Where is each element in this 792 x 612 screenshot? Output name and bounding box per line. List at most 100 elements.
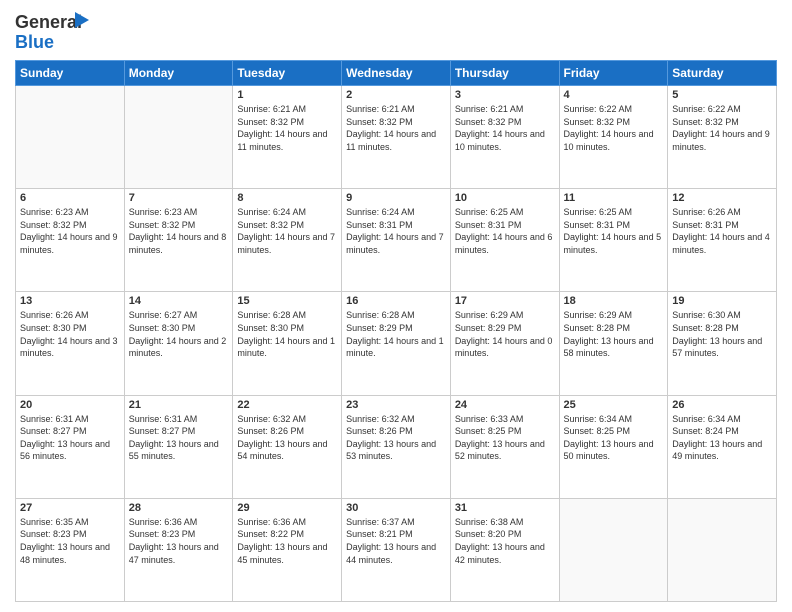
day-number: 17 bbox=[455, 295, 555, 307]
calendar-table: SundayMondayTuesdayWednesdayThursdayFrid… bbox=[15, 60, 777, 602]
day-detail: Sunrise: 6:25 AM Sunset: 8:31 PM Dayligh… bbox=[455, 206, 555, 256]
day-number: 31 bbox=[455, 502, 555, 514]
calendar-cell bbox=[124, 86, 233, 189]
day-number: 4 bbox=[564, 89, 664, 101]
weekday-header-saturday: Saturday bbox=[668, 61, 777, 86]
day-detail: Sunrise: 6:23 AM Sunset: 8:32 PM Dayligh… bbox=[129, 206, 229, 256]
logo-svg: GeneralBlue bbox=[15, 10, 95, 52]
day-number: 23 bbox=[346, 399, 446, 411]
calendar-cell: 14 Sunrise: 6:27 AM Sunset: 8:30 PM Dayli… bbox=[124, 292, 233, 395]
day-detail: Sunrise: 6:21 AM Sunset: 8:32 PM Dayligh… bbox=[455, 103, 555, 153]
day-detail: Sunrise: 6:21 AM Sunset: 8:32 PM Dayligh… bbox=[237, 103, 337, 153]
day-detail: Sunrise: 6:23 AM Sunset: 8:32 PM Dayligh… bbox=[20, 206, 120, 256]
calendar-cell: 16 Sunrise: 6:28 AM Sunset: 8:29 PM Dayli… bbox=[342, 292, 451, 395]
day-detail: Sunrise: 6:28 AM Sunset: 8:29 PM Dayligh… bbox=[346, 309, 446, 359]
calendar-cell: 27Sunrise: 6:35 AM Sunset: 8:23 PM Dayli… bbox=[16, 498, 125, 601]
day-detail: Sunrise: 6:22 AM Sunset: 8:32 PM Dayligh… bbox=[564, 103, 664, 153]
day-number: 8 bbox=[237, 192, 337, 204]
day-detail: Sunrise: 6:29 AM Sunset: 8:28 PM Dayligh… bbox=[564, 309, 664, 359]
day-number: 12 bbox=[672, 192, 772, 204]
day-detail: Sunrise: 6:21 AM Sunset: 8:32 PM Dayligh… bbox=[346, 103, 446, 153]
calendar-cell: 19 Sunrise: 6:30 AM Sunset: 8:28 PM Dayli… bbox=[668, 292, 777, 395]
day-number: 22 bbox=[237, 399, 337, 411]
day-number: 20 bbox=[20, 399, 120, 411]
day-detail: Sunrise: 6:30 AM Sunset: 8:28 PM Dayligh… bbox=[672, 309, 772, 359]
calendar-cell: 20 Sunrise: 6:31 AM Sunset: 8:27 PM Dayli… bbox=[16, 395, 125, 498]
weekday-header-sunday: Sunday bbox=[16, 61, 125, 86]
calendar-cell: 9 Sunrise: 6:24 AM Sunset: 8:31 PM Daylig… bbox=[342, 189, 451, 292]
calendar-cell bbox=[668, 498, 777, 601]
day-detail: Sunrise: 6:32 AM Sunset: 8:26 PM Dayligh… bbox=[237, 413, 337, 463]
weekday-header-thursday: Thursday bbox=[450, 61, 559, 86]
day-detail: Sunrise: 6:31 AM Sunset: 8:27 PM Dayligh… bbox=[20, 413, 120, 463]
day-detail: Sunrise: 6:24 AM Sunset: 8:31 PM Dayligh… bbox=[346, 206, 446, 256]
calendar-cell: 29Sunrise: 6:36 AM Sunset: 8:22 PM Dayli… bbox=[233, 498, 342, 601]
day-number: 10 bbox=[455, 192, 555, 204]
calendar-week-row: 6 Sunrise: 6:23 AM Sunset: 8:32 PM Daylig… bbox=[16, 189, 777, 292]
day-number: 30 bbox=[346, 502, 446, 514]
day-number: 7 bbox=[129, 192, 229, 204]
day-number: 19 bbox=[672, 295, 772, 307]
calendar-cell: 22 Sunrise: 6:32 AM Sunset: 8:26 PM Dayli… bbox=[233, 395, 342, 498]
day-number: 15 bbox=[237, 295, 337, 307]
day-detail: Sunrise: 6:29 AM Sunset: 8:29 PM Dayligh… bbox=[455, 309, 555, 359]
day-number: 5 bbox=[672, 89, 772, 101]
calendar-cell: 21Sunrise: 6:31 AM Sunset: 8:27 PM Dayli… bbox=[124, 395, 233, 498]
calendar-cell: 3Sunrise: 6:21 AM Sunset: 8:32 PM Daylig… bbox=[450, 86, 559, 189]
day-number: 9 bbox=[346, 192, 446, 204]
calendar-cell: 23 Sunrise: 6:32 AM Sunset: 8:26 PM Dayli… bbox=[342, 395, 451, 498]
calendar-cell: 5 Sunrise: 6:22 AM Sunset: 8:32 PM Daylig… bbox=[668, 86, 777, 189]
calendar-cell: 25Sunrise: 6:34 AM Sunset: 8:25 PM Dayli… bbox=[559, 395, 668, 498]
calendar-cell: 2 Sunrise: 6:21 AM Sunset: 8:32 PM Daylig… bbox=[342, 86, 451, 189]
calendar-week-row: 27Sunrise: 6:35 AM Sunset: 8:23 PM Dayli… bbox=[16, 498, 777, 601]
day-number: 13 bbox=[20, 295, 120, 307]
calendar-cell: 6 Sunrise: 6:23 AM Sunset: 8:32 PM Daylig… bbox=[16, 189, 125, 292]
calendar-cell: 12 Sunrise: 6:26 AM Sunset: 8:31 PM Dayli… bbox=[668, 189, 777, 292]
calendar-cell: 11 Sunrise: 6:25 AM Sunset: 8:31 PM Dayli… bbox=[559, 189, 668, 292]
day-number: 28 bbox=[129, 502, 229, 514]
day-detail: Sunrise: 6:24 AM Sunset: 8:32 PM Dayligh… bbox=[237, 206, 337, 256]
day-detail: Sunrise: 6:26 AM Sunset: 8:30 PM Dayligh… bbox=[20, 309, 120, 359]
svg-text:General: General bbox=[15, 12, 82, 32]
day-detail: Sunrise: 6:31 AM Sunset: 8:27 PM Dayligh… bbox=[129, 413, 229, 463]
calendar-cell: 28 Sunrise: 6:36 AM Sunset: 8:23 PM Dayli… bbox=[124, 498, 233, 601]
calendar-cell: 10 Sunrise: 6:25 AM Sunset: 8:31 PM Dayli… bbox=[450, 189, 559, 292]
day-number: 16 bbox=[346, 295, 446, 307]
svg-text:Blue: Blue bbox=[15, 32, 54, 52]
day-number: 29 bbox=[237, 502, 337, 514]
day-detail: Sunrise: 6:32 AM Sunset: 8:26 PM Dayligh… bbox=[346, 413, 446, 463]
day-number: 11 bbox=[564, 192, 664, 204]
day-number: 6 bbox=[20, 192, 120, 204]
calendar-cell: 8 Sunrise: 6:24 AM Sunset: 8:32 PM Daylig… bbox=[233, 189, 342, 292]
day-number: 27 bbox=[20, 502, 120, 514]
day-number: 24 bbox=[455, 399, 555, 411]
day-detail: Sunrise: 6:26 AM Sunset: 8:31 PM Dayligh… bbox=[672, 206, 772, 256]
calendar-cell: 4 Sunrise: 6:22 AM Sunset: 8:32 PM Daylig… bbox=[559, 86, 668, 189]
calendar-week-row: 20 Sunrise: 6:31 AM Sunset: 8:27 PM Dayli… bbox=[16, 395, 777, 498]
day-detail: Sunrise: 6:27 AM Sunset: 8:30 PM Dayligh… bbox=[129, 309, 229, 359]
weekday-header-wednesday: Wednesday bbox=[342, 61, 451, 86]
day-number: 2 bbox=[346, 89, 446, 101]
weekday-header-friday: Friday bbox=[559, 61, 668, 86]
day-detail: Sunrise: 6:36 AM Sunset: 8:23 PM Dayligh… bbox=[129, 516, 229, 566]
weekday-header-tuesday: Tuesday bbox=[233, 61, 342, 86]
page-header: GeneralBlue bbox=[15, 10, 777, 52]
day-detail: Sunrise: 6:28 AM Sunset: 8:30 PM Dayligh… bbox=[237, 309, 337, 359]
logo: GeneralBlue bbox=[15, 10, 95, 52]
calendar-cell: 13 Sunrise: 6:26 AM Sunset: 8:30 PM Dayli… bbox=[16, 292, 125, 395]
day-number: 1 bbox=[237, 89, 337, 101]
calendar-cell: 17 Sunrise: 6:29 AM Sunset: 8:29 PM Dayli… bbox=[450, 292, 559, 395]
day-detail: Sunrise: 6:25 AM Sunset: 8:31 PM Dayligh… bbox=[564, 206, 664, 256]
calendar-cell bbox=[16, 86, 125, 189]
day-detail: Sunrise: 6:34 AM Sunset: 8:24 PM Dayligh… bbox=[672, 413, 772, 463]
calendar-cell: 18Sunrise: 6:29 AM Sunset: 8:28 PM Dayli… bbox=[559, 292, 668, 395]
day-detail: Sunrise: 6:22 AM Sunset: 8:32 PM Dayligh… bbox=[672, 103, 772, 153]
day-number: 25 bbox=[564, 399, 664, 411]
day-number: 26 bbox=[672, 399, 772, 411]
calendar-cell: 1 Sunrise: 6:21 AM Sunset: 8:32 PM Daylig… bbox=[233, 86, 342, 189]
calendar-cell: 31Sunrise: 6:38 AM Sunset: 8:20 PM Dayli… bbox=[450, 498, 559, 601]
calendar-cell: 15 Sunrise: 6:28 AM Sunset: 8:30 PM Dayli… bbox=[233, 292, 342, 395]
day-number: 14 bbox=[129, 295, 229, 307]
calendar-week-row: 13 Sunrise: 6:26 AM Sunset: 8:30 PM Dayli… bbox=[16, 292, 777, 395]
calendar-week-row: 1 Sunrise: 6:21 AM Sunset: 8:32 PM Daylig… bbox=[16, 86, 777, 189]
